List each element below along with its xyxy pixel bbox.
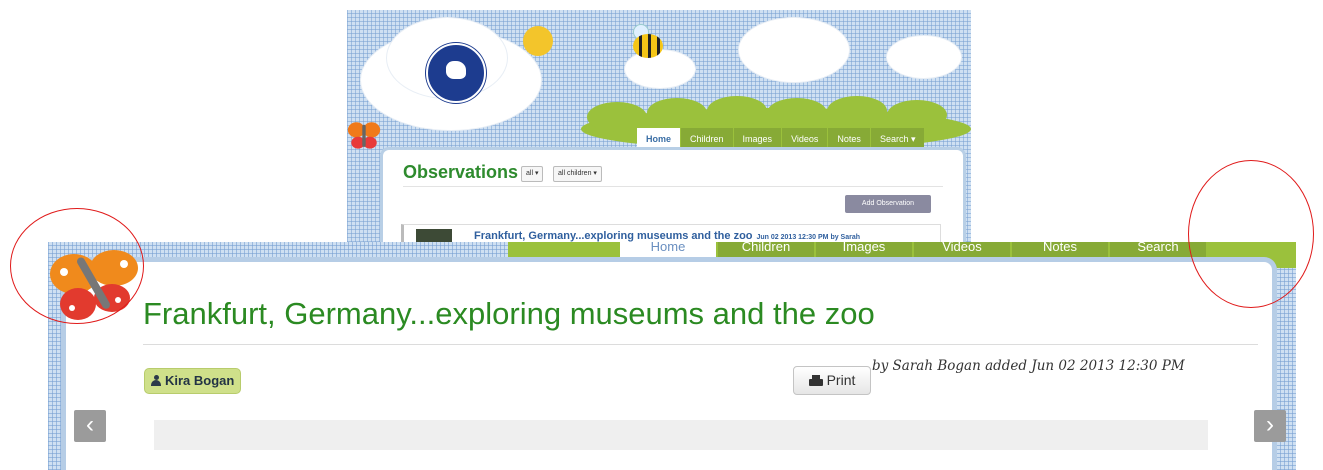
cloud-decoration (887, 36, 961, 78)
tab-images[interactable]: Images (816, 242, 912, 258)
detail-nav: Home Children Images Videos Notes Search (620, 242, 1208, 258)
school-logo[interactable] (426, 43, 486, 103)
tab-notes[interactable]: Notes (828, 128, 870, 150)
cloud-decoration (625, 50, 695, 88)
bee-icon (633, 34, 663, 58)
person-icon (151, 375, 161, 386)
printer-icon (808, 375, 823, 386)
author-byline: by Sarah Bogan added Jun 02 2013 12:30 P… (872, 358, 1185, 374)
print-label: Print (826, 372, 856, 388)
observation-content (154, 420, 1208, 450)
butterfly-icon (347, 122, 381, 149)
chevron-left-icon[interactable]: ‹ (74, 410, 106, 442)
add-observation-button[interactable]: Add Observation (845, 195, 931, 213)
annotation-circle-right (1188, 160, 1314, 308)
observation-detail: Home Children Images Videos Notes Search… (48, 242, 1296, 470)
thumbnail-nav: Home Children Images Videos Notes Search… (637, 128, 925, 150)
filter-children-dropdown[interactable]: all children ▾ (553, 166, 602, 182)
observation-title: Frankfurt, Germany...exploring museums a… (143, 296, 875, 331)
chevron-right-icon[interactable]: › (1254, 410, 1286, 442)
tab-videos[interactable]: Videos (782, 128, 828, 150)
observation-thumbnail[interactable] (416, 229, 452, 242)
annotation-circle-left (10, 208, 144, 324)
filter-all-dropdown[interactable]: all ▾ (521, 166, 544, 182)
observation-link[interactable]: Frankfurt, Germany...exploring museums a… (474, 230, 860, 242)
tab-home[interactable]: Home (637, 128, 681, 150)
list-item[interactable]: Frankfurt, Germany...exploring museums a… (401, 224, 941, 242)
observation-meta: Jun 02 2013 12:30 PM by Sarah (756, 234, 861, 241)
divider (403, 186, 943, 187)
observation-title[interactable]: Frankfurt, Germany...exploring museums a… (474, 230, 753, 242)
sun-icon (523, 26, 553, 56)
child-tag[interactable]: Kira Bogan (144, 368, 242, 394)
tab-children[interactable]: Children (681, 128, 733, 150)
observations-panel: Observations all ▾ all children ▾ Add Ob… (383, 150, 963, 242)
tab-children[interactable]: Children (718, 242, 814, 258)
tab-notes[interactable]: Notes (1012, 242, 1108, 258)
site-header-thumbnail: Home Children Images Videos Notes Search… (347, 10, 971, 242)
child-name: Kira Bogan (165, 373, 235, 388)
tab-home[interactable]: Home (620, 242, 716, 258)
tab-videos[interactable]: Videos (914, 242, 1010, 258)
tab-images[interactable]: Images (733, 128, 782, 150)
cloud-decoration (739, 18, 849, 82)
title-divider (143, 344, 1258, 345)
page-title: Observations (403, 162, 519, 182)
print-button[interactable]: Print (793, 366, 871, 395)
tab-search[interactable]: Search ▾ (870, 128, 925, 150)
